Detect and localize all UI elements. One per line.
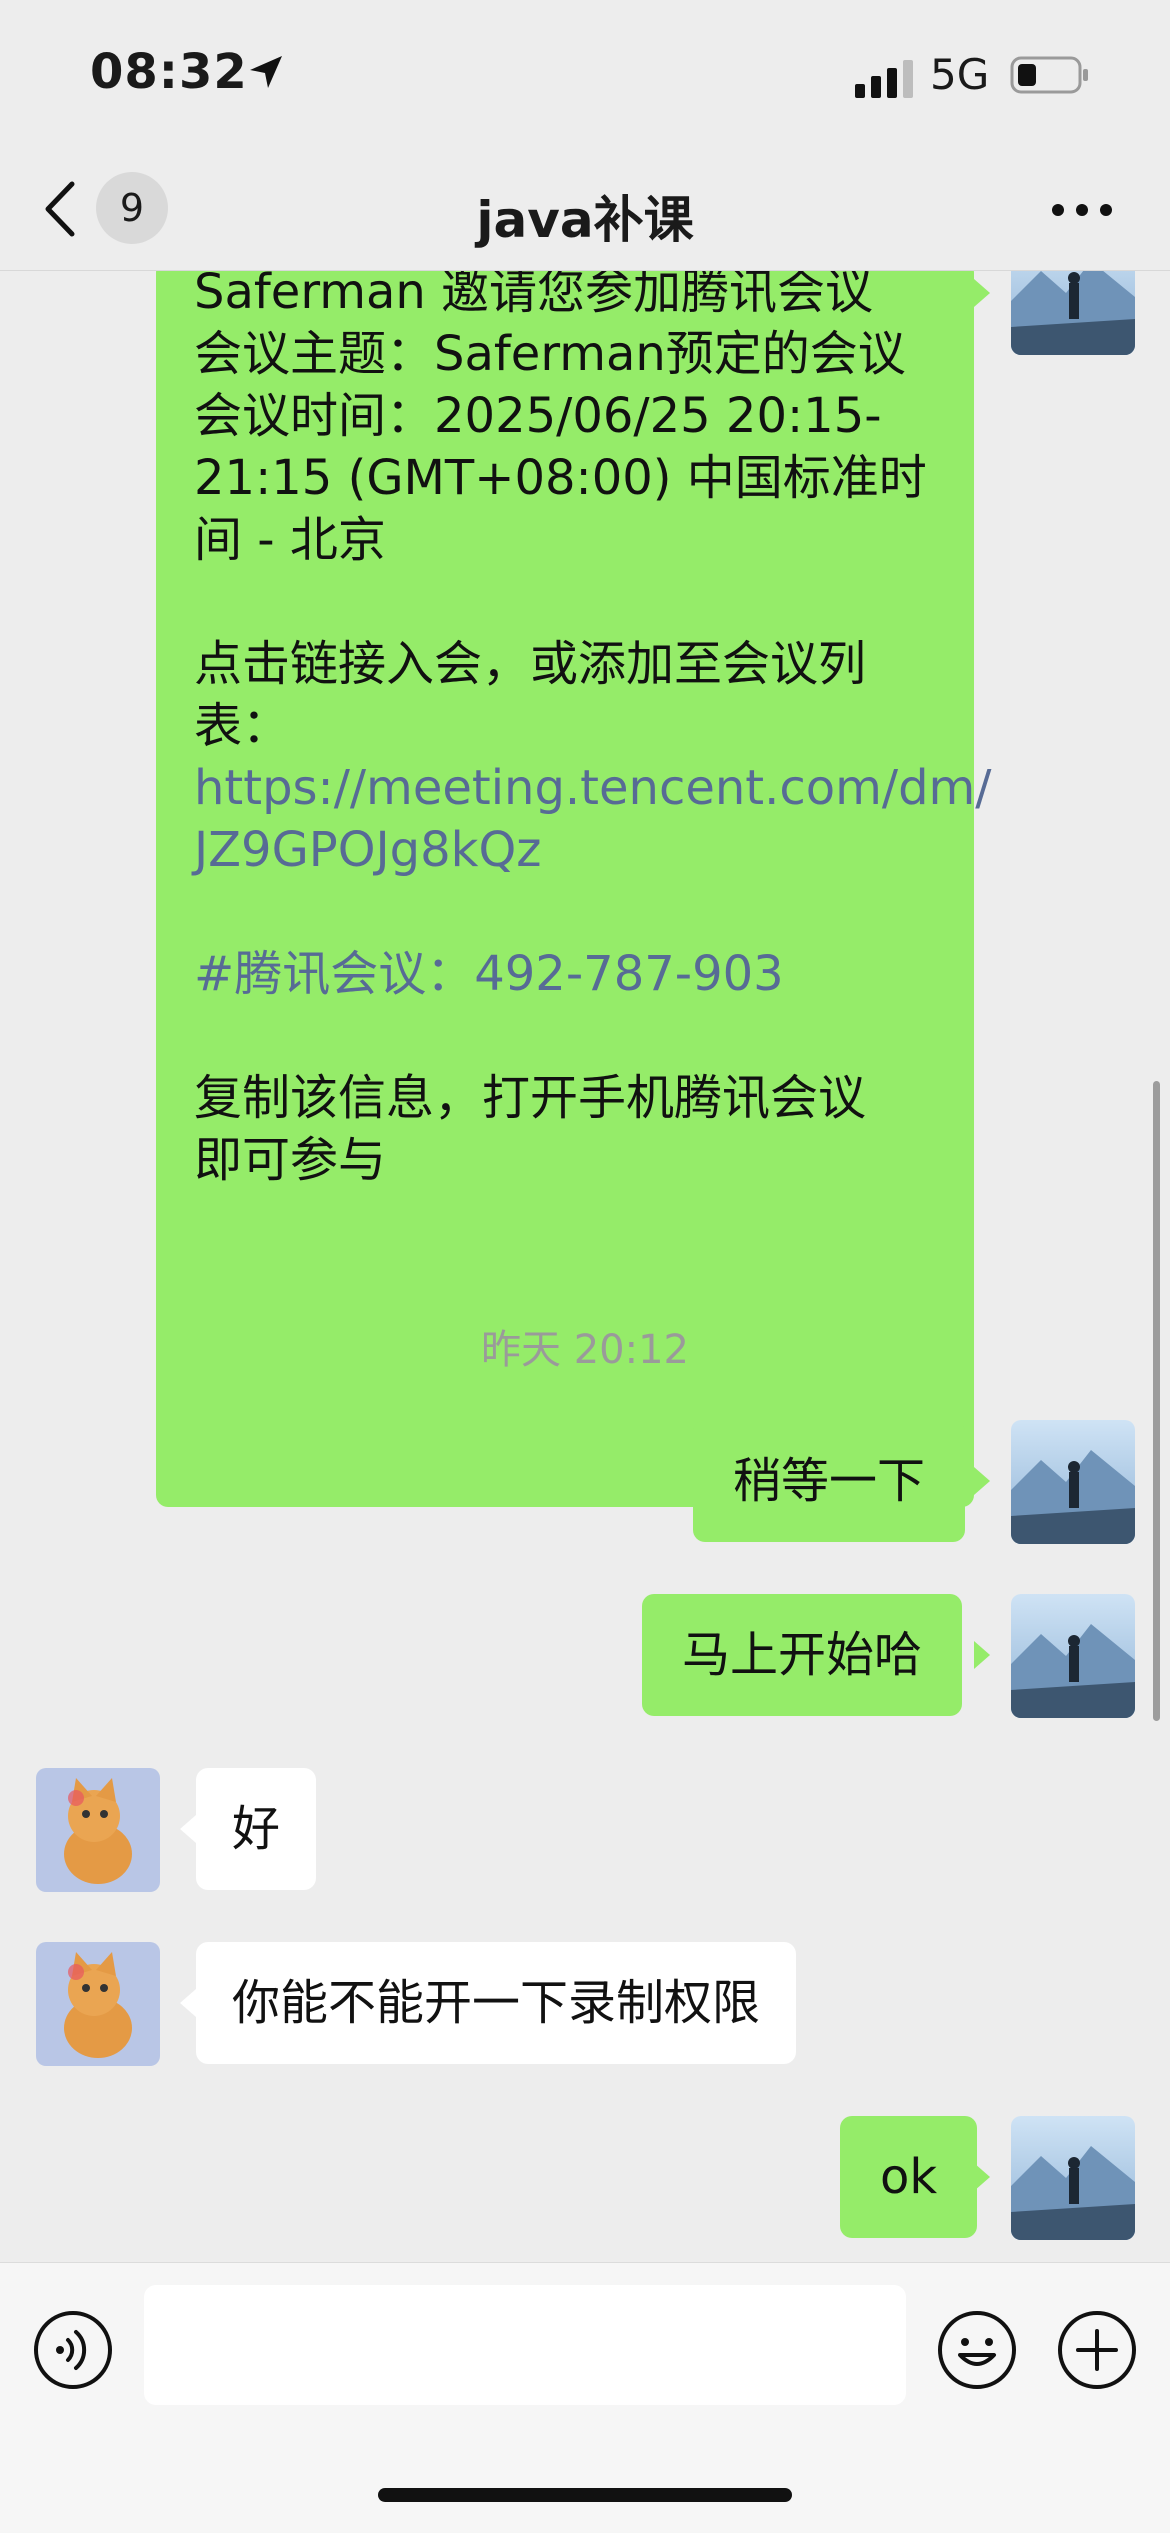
meeting-link[interactable]: JZ9GPOJg8kQz [194,819,936,881]
bubble-tail [974,2163,990,2191]
meeting-link[interactable]: https://meeting.tencent.com/dm/ [194,757,991,819]
home-indicator [378,2488,792,2502]
my-avatar[interactable] [1011,1420,1135,1544]
my-avatar[interactable] [1011,2116,1135,2240]
emoji-icon[interactable] [936,2309,1018,2391]
message-bubble[interactable]: 马上开始哈 [642,1594,963,1716]
contact-avatar[interactable] [36,1942,160,2066]
timestamp: 昨天 20:12 [481,1327,689,1373]
nav-bar: 9 java补课 [0,150,1170,271]
kitten-avatar-image [36,1768,160,1892]
invite-blank-line [194,1005,936,1067]
bubble-tail [974,279,990,307]
message-text: ok [880,2149,938,2205]
invite-line: 点击链接入会，或添加至会议列 [194,636,867,692]
invite-line: 即可参与 [194,1132,387,1188]
invite-line: 会议时间：2025/06/25 20:15- [194,388,882,444]
invite-line: 21:15 (GMT+08:00) 中国标准时 [194,450,927,506]
my-avatar[interactable] [1011,1594,1135,1718]
message-bubble[interactable]: 稍等一下 [693,1420,966,1542]
mountain-avatar-image [1011,2116,1135,2240]
message-bubble[interactable]: ok [840,2116,978,2238]
message-text: 稍等一下 [733,1453,926,1509]
contact-avatar[interactable] [36,1768,160,1892]
invite-blank-line [194,571,936,633]
message-input[interactable] [144,2285,906,2405]
scrollbar[interactable] [1153,1081,1160,1721]
voice-icon[interactable] [32,2309,114,2391]
message-bubble[interactable]: 好 [196,1768,317,1890]
invite-line: 复制该信息，打开手机腾讯会议 [194,1070,867,1126]
message-text: 好 [232,1801,281,1857]
kitten-avatar-image [36,1942,160,2066]
invite-line: 会议主题：Saferman预定的会议 [194,326,906,382]
my-avatar[interactable] [1011,271,1135,355]
invite-blank-line [194,881,936,943]
status-time: 08:32 [90,44,248,100]
bubble-tail [974,1641,990,1669]
message-bubble[interactable]: 你能不能开一下录制权限 [196,1942,797,2064]
chat-title: java补课 [476,191,694,249]
mountain-avatar-image [1011,1420,1135,1544]
mountain-avatar-image [1011,271,1135,355]
signal-icon [855,60,913,98]
invite-line: 表： [194,698,291,754]
bubble-tail [180,1815,196,1843]
message-text: 你能不能开一下录制权限 [232,1975,761,2031]
status-bar: 08:32 5G [0,0,1170,150]
invite-line: 间 - 北京 [194,512,386,568]
bubble-tail [180,1989,196,2017]
meeting-id-link[interactable]: #腾讯会议：492-787-903 [194,943,936,1005]
invite-line: Saferman 邀请您参加腾讯会议 [194,271,874,320]
mountain-avatar-image [1011,1594,1135,1718]
message-list[interactable]: Saferman 邀请您参加腾讯会议 会议主题：Saferman预定的会议 会议… [0,271,1170,2261]
plus-icon[interactable] [1056,2309,1138,2391]
battery-icon [1010,56,1088,94]
network-type: 5G [930,50,990,99]
more-icon[interactable] [1050,202,1114,218]
bubble-tail [974,1467,990,1495]
message-text: 马上开始哈 [682,1627,923,1683]
location-arrow-icon [250,56,282,88]
